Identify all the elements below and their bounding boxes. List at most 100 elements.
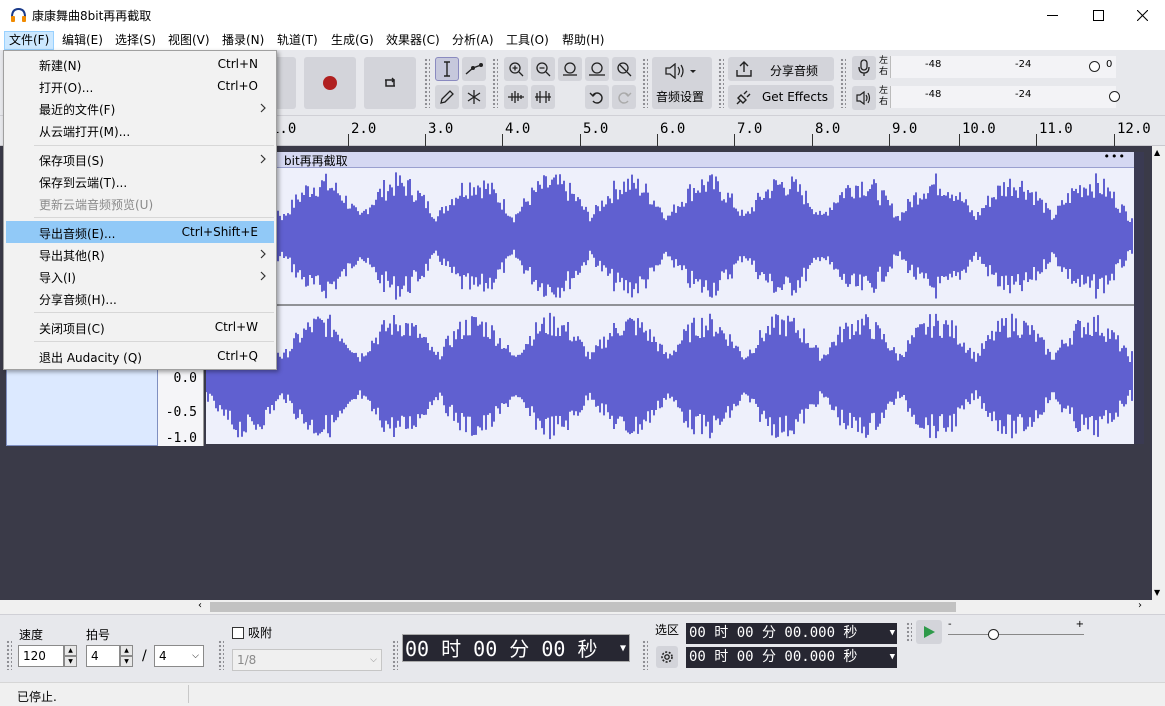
vruler-label: -1.0 bbox=[165, 431, 197, 446]
time-signature-denominator[interactable]: 4 ⌵ bbox=[154, 645, 204, 667]
selection-settings-button[interactable] bbox=[656, 646, 678, 668]
menu-save-to-cloud[interactable]: 保存到云端(T)... bbox=[6, 170, 274, 192]
chevron-down-icon[interactable]: ▼ bbox=[620, 635, 626, 663]
time-signature-label: 拍号 bbox=[86, 628, 111, 642]
chevron-down-icon[interactable]: ▼ bbox=[120, 656, 133, 667]
speed-slider-knob[interactable] bbox=[988, 629, 999, 640]
multi-tool-button[interactable] bbox=[462, 85, 486, 109]
asterisk-icon bbox=[467, 90, 481, 104]
minimize-button[interactable] bbox=[1029, 0, 1075, 30]
toolbar-grip[interactable] bbox=[718, 58, 724, 108]
chevron-down-icon[interactable]: ▼ bbox=[890, 623, 895, 644]
fit-selection-button[interactable] bbox=[558, 57, 582, 81]
play-at-speed-button[interactable] bbox=[916, 620, 942, 644]
scroll-left-icon[interactable]: ‹ bbox=[198, 600, 202, 611]
redo-button[interactable] bbox=[612, 85, 636, 109]
toolbar-grip[interactable] bbox=[218, 640, 224, 670]
tempo-stepper[interactable]: ▲ ▼ bbox=[64, 645, 77, 667]
snap-checkbox[interactable] bbox=[232, 627, 244, 639]
loop-button[interactable] bbox=[364, 57, 416, 109]
undo-button[interactable] bbox=[585, 85, 609, 109]
menu-generate[interactable]: 生成(G) bbox=[327, 31, 378, 50]
record-button[interactable] bbox=[304, 57, 356, 109]
menu-select[interactable]: 选择(S) bbox=[111, 31, 160, 50]
fit-project-button[interactable] bbox=[585, 57, 609, 81]
menu-import[interactable]: 导入(I) bbox=[6, 265, 274, 287]
selection-start-time[interactable]: 00 时 00 分 00.000 秒 ▼ bbox=[686, 623, 897, 644]
menu-record[interactable]: 播录(N) bbox=[218, 31, 268, 50]
selection-tool-button[interactable] bbox=[435, 57, 459, 81]
menu-analyze[interactable]: 分析(A) bbox=[448, 31, 498, 50]
zoom-toggle-button[interactable] bbox=[612, 57, 636, 81]
close-button[interactable] bbox=[1119, 0, 1165, 30]
audacity-logo-icon bbox=[11, 7, 26, 22]
menu-exit[interactable]: 退出 Audacity (Q) Ctrl+Q bbox=[6, 345, 274, 367]
snap-select[interactable]: 1/8 ⌵ bbox=[232, 649, 382, 671]
horizontal-scroll-thumb[interactable] bbox=[210, 602, 956, 612]
chevron-up-icon[interactable]: ▲ bbox=[64, 645, 77, 656]
toolbar-grip[interactable] bbox=[642, 58, 648, 108]
track-end-handle[interactable] bbox=[1134, 152, 1144, 444]
tempo-input[interactable]: 120 bbox=[18, 645, 64, 667]
playback-speed-slider[interactable]: - + bbox=[948, 619, 1084, 642]
menu-view[interactable]: 视图(V) bbox=[164, 31, 214, 50]
menu-file[interactable]: 文件(F) bbox=[4, 31, 55, 50]
ruler-label: 5.0 bbox=[583, 121, 609, 137]
time-display[interactable]: 00 时 00 分 00 秒 ▼ bbox=[402, 634, 630, 662]
toolbar-grip[interactable] bbox=[642, 640, 648, 670]
menu-share-audio[interactable]: 分享音频(H)... bbox=[6, 287, 274, 309]
silence-button[interactable] bbox=[531, 85, 555, 109]
waveform[interactable] bbox=[205, 168, 1134, 444]
menu-export-audio[interactable]: 导出音频(E)... Ctrl+Shift+E bbox=[6, 221, 274, 243]
toolbar-grip[interactable] bbox=[6, 640, 12, 670]
record-meter-slider-knob[interactable] bbox=[1089, 61, 1100, 72]
time-signature-numerator[interactable]: 4 bbox=[86, 645, 120, 667]
menu-effect[interactable]: 效果器(C) bbox=[382, 31, 444, 50]
get-effects-button[interactable]: Get Effects bbox=[728, 85, 834, 109]
record-meter[interactable]: -48 -24 0 bbox=[890, 56, 1116, 78]
toolbar-grip[interactable] bbox=[906, 622, 912, 642]
audio-setup-button[interactable]: 音频设置 bbox=[652, 57, 712, 109]
chevron-up-icon[interactable]: ▲ bbox=[120, 645, 133, 656]
toolbar-grip[interactable] bbox=[840, 58, 846, 108]
toolbar-grip[interactable] bbox=[492, 58, 498, 108]
scroll-up-icon[interactable]: ▲ bbox=[1154, 148, 1160, 157]
clip-name[interactable]: bit再再截取 bbox=[284, 152, 348, 169]
menu-tools[interactable]: 工具(O) bbox=[502, 31, 553, 50]
vertical-scrollbar[interactable]: ▲ ▼ bbox=[1152, 146, 1165, 600]
waveform-channel bbox=[205, 312, 1133, 440]
menu-bar: 文件(F) 编辑(E) 选择(S) 视图(V) 播录(N) 轨道(T) 生成(G… bbox=[0, 30, 1165, 50]
menu-recent-files[interactable]: 最近的文件(F) bbox=[6, 97, 274, 119]
menu-help[interactable]: 帮助(H) bbox=[558, 31, 608, 50]
menu-close-project[interactable]: 关闭项目(C) Ctrl+W bbox=[6, 316, 274, 338]
draw-tool-button[interactable] bbox=[435, 85, 459, 109]
selection-end-time[interactable]: 00 时 00 分 00.000 秒 ▼ bbox=[686, 647, 897, 668]
toolbar-grip[interactable] bbox=[392, 640, 398, 670]
playback-meter[interactable]: -48 -24 bbox=[890, 86, 1120, 108]
trim-button[interactable] bbox=[504, 85, 528, 109]
numerator-stepper[interactable]: ▲ ▼ bbox=[120, 645, 133, 667]
share-audio-button[interactable]: 分享音频 bbox=[728, 57, 834, 81]
playback-meter-button[interactable] bbox=[852, 86, 876, 110]
maximize-button[interactable] bbox=[1075, 0, 1121, 30]
menu-open-from-cloud[interactable]: 从云端打开(M)... bbox=[6, 119, 274, 141]
menu-new[interactable]: 新建(N) Ctrl+N bbox=[6, 53, 274, 75]
menu-tracks[interactable]: 轨道(T) bbox=[273, 31, 322, 50]
chevron-down-icon[interactable]: ▼ bbox=[64, 656, 77, 667]
clip-menu-button[interactable]: ••• bbox=[1104, 150, 1126, 163]
status-text: 已停止. bbox=[17, 690, 57, 704]
menu-save-project[interactable]: 保存项目(S) bbox=[6, 148, 274, 170]
envelope-tool-button[interactable] bbox=[462, 57, 486, 81]
menu-export-other[interactable]: 导出其他(R) bbox=[6, 243, 274, 265]
chevron-down-icon[interactable]: ▼ bbox=[890, 647, 895, 668]
menu-open[interactable]: 打开(O)... Ctrl+O bbox=[6, 75, 274, 97]
zoom-out-button[interactable] bbox=[531, 57, 555, 81]
scroll-down-icon[interactable]: ▼ bbox=[1154, 588, 1160, 597]
zoom-in-button[interactable] bbox=[504, 57, 528, 81]
record-meter-button[interactable] bbox=[852, 56, 876, 80]
menu-update-cloud-preview[interactable]: 更新云端音频预览(U) bbox=[6, 192, 274, 214]
toolbar-grip[interactable] bbox=[424, 58, 430, 108]
playback-meter-slider-knob[interactable] bbox=[1109, 91, 1120, 102]
scroll-right-icon[interactable]: › bbox=[1138, 600, 1142, 611]
menu-edit[interactable]: 编辑(E) bbox=[58, 31, 107, 50]
